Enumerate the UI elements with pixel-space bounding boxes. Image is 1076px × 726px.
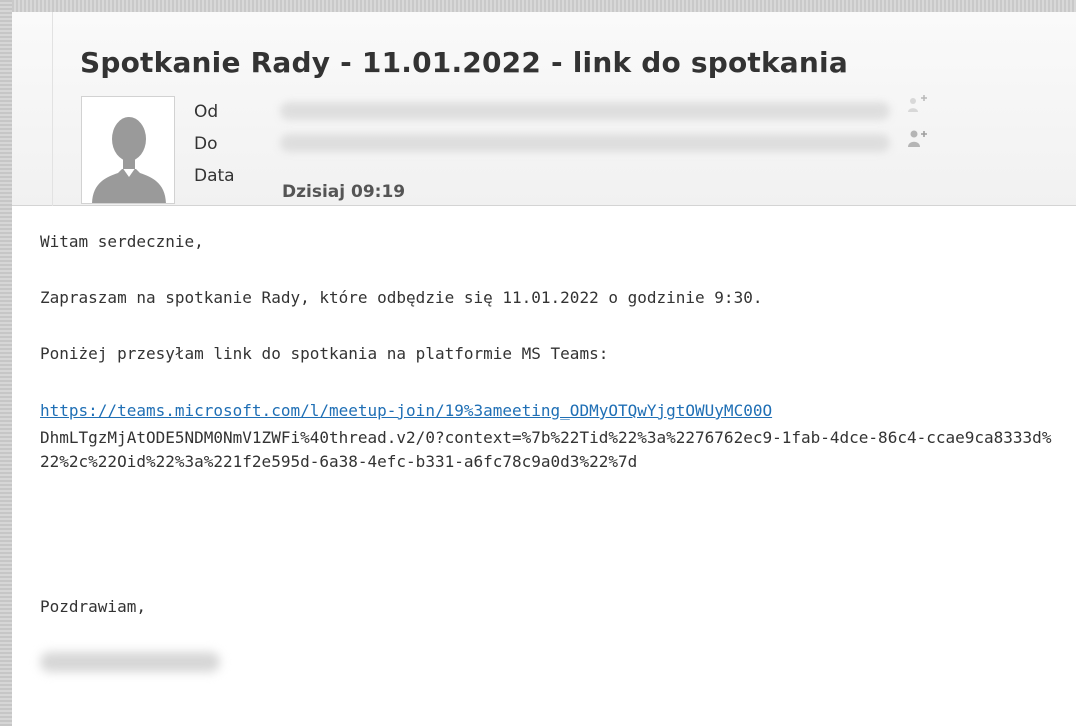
teams-meeting-link-continuation: DhmLTgzMjAtODE5NDM0NmV1ZWFi%40thread.v2/… bbox=[40, 428, 1052, 471]
meta-labels: Od Do Data bbox=[194, 96, 235, 192]
closing-text: Pozdrawiam, bbox=[40, 597, 146, 616]
signature-redacted bbox=[40, 652, 220, 672]
from-address-redacted bbox=[280, 102, 890, 120]
date-value: Dzisiaj 09:19 bbox=[282, 182, 406, 202]
window-top-strip bbox=[0, 0, 1076, 12]
default-user-avatar-icon bbox=[82, 97, 174, 203]
message-header: Spotkanie Rady - 11.01.2022 - link do sp… bbox=[12, 12, 1076, 206]
to-address-redacted bbox=[280, 134, 890, 152]
message-subject: Spotkanie Rady - 11.01.2022 - link do sp… bbox=[80, 46, 848, 79]
window-left-rail bbox=[0, 0, 12, 726]
add-recipient-contact-icon[interactable] bbox=[908, 125, 928, 149]
greeting-text: Witam serdecznie, bbox=[40, 232, 204, 251]
date-label: Data bbox=[194, 166, 235, 186]
from-label: Od bbox=[194, 102, 219, 122]
invitation-text: Zapraszam na spotkanie Rady, które odbęd… bbox=[40, 288, 763, 307]
teams-meeting-link[interactable]: https://teams.microsoft.com/l/meetup-joi… bbox=[40, 401, 1050, 420]
add-sender-contact-icon[interactable] bbox=[907, 92, 927, 116]
header-divider bbox=[52, 12, 53, 206]
sender-avatar bbox=[81, 96, 175, 204]
to-label: Do bbox=[194, 134, 218, 154]
link-intro-text: Poniżej przesyłam link do spotkania na p… bbox=[40, 344, 609, 363]
